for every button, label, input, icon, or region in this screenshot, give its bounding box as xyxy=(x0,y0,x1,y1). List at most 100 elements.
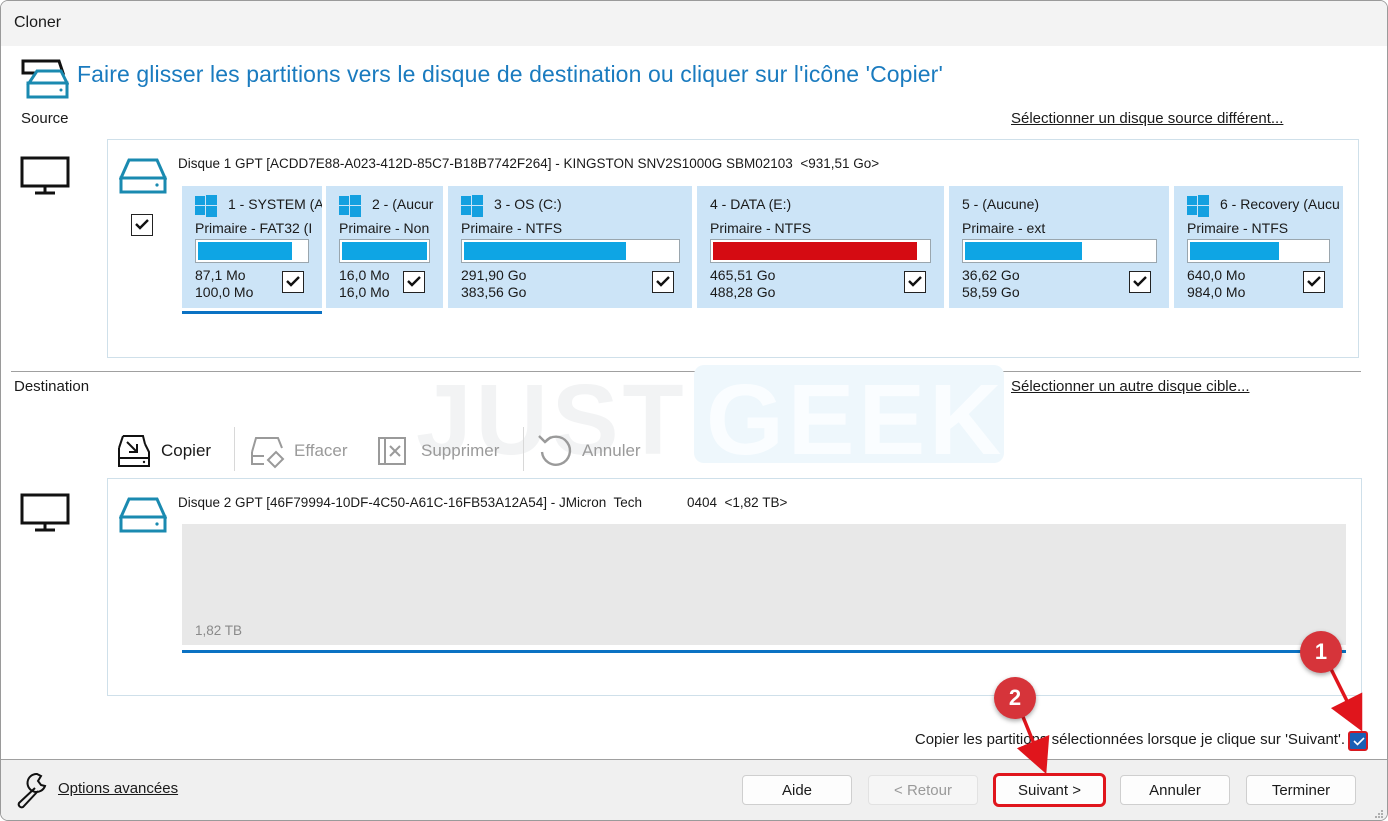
windows-logo-icon xyxy=(1187,195,1209,217)
partition-used-size: 87,1 Mo xyxy=(195,267,246,283)
partition-card[interactable]: 4 - DATA (E:) Primaire - NTFS 465,51 Go 488… xyxy=(697,186,944,308)
resize-grip-icon[interactable] xyxy=(1374,809,1384,819)
partition-card[interactable]: 3 - OS (C:) Primaire - NTFS 291,90 Go 383,5… xyxy=(448,186,692,308)
computer-monitor-icon xyxy=(20,156,70,195)
partition-type: Primaire - ext xyxy=(962,220,1046,236)
delete-button[interactable]: Supprimer xyxy=(375,429,499,473)
erase-button-label: Effacer xyxy=(294,441,348,460)
clone-disk-icon xyxy=(21,59,69,99)
unallocated-space-block[interactable]: 1,82 TB xyxy=(182,524,1346,645)
partition-card[interactable]: 6 - Recovery (Aucu Primaire - NTFS 640,0 M… xyxy=(1174,186,1343,308)
copy-button[interactable]: Copier xyxy=(115,429,211,473)
select-source-disk-link[interactable]: Sélectionner un disque source différent.… xyxy=(1011,110,1283,127)
partition-usage-bar xyxy=(461,239,680,263)
window-title: Cloner xyxy=(14,14,62,31)
partition-title: 4 - DATA (E:) xyxy=(710,196,792,212)
windows-logo-icon xyxy=(461,195,483,217)
justgeek-watermark: JUST GEEK xyxy=(416,363,1006,476)
partition-card[interactable]: 1 - SYSTEM (A Primaire - FAT32 (I 87,1 Mo 1… xyxy=(182,186,322,308)
annotation-marker-1: 1 xyxy=(1300,631,1342,673)
erase-icon xyxy=(251,437,285,469)
finish-button[interactable]: Terminer xyxy=(1246,775,1356,805)
destination-disk-label: Disque 2 GPT [46F79994-10DF-4C50-A61C-16… xyxy=(178,495,788,510)
title-bar: Cloner xyxy=(1,1,1387,46)
wrench-icon xyxy=(17,772,47,809)
source-disk-label: Disque 1 GPT [ACDD7E88-A023-412D-85C7-B1… xyxy=(178,156,880,171)
help-button[interactable]: Aide xyxy=(742,775,852,805)
partition-usage-fill xyxy=(464,242,626,260)
destination-selection-indicator xyxy=(182,650,1346,653)
windows-logo-icon xyxy=(339,195,361,217)
undo-button-label: Annuler xyxy=(582,441,641,460)
partition-total-size: 58,59 Go xyxy=(962,284,1020,300)
copy-on-next-checkbox[interactable] xyxy=(1348,731,1368,751)
erase-button[interactable]: Effacer xyxy=(248,429,348,473)
partition-usage-bar xyxy=(195,239,309,263)
partition-checkbox[interactable] xyxy=(403,271,425,293)
partition-type: Primaire - FAT32 (I xyxy=(195,220,313,236)
undo-icon xyxy=(538,435,572,466)
partition-title: 2 - (Aucur xyxy=(372,196,434,212)
watermark-geek-background xyxy=(694,365,1004,463)
partition-type: Primaire - NTFS xyxy=(1187,220,1289,236)
delete-button-label: Supprimer xyxy=(421,441,500,460)
copy-on-next-label: Copier les partitions sélectionnées lors… xyxy=(914,731,1345,748)
annotation-marker-2: 2 xyxy=(994,677,1036,719)
partition-title: 1 - SYSTEM (A xyxy=(228,196,322,212)
computer-monitor-icon xyxy=(20,493,70,532)
partition-checkbox[interactable] xyxy=(1303,271,1325,293)
partition-type: Primaire - NTFS xyxy=(710,220,812,236)
partition-card[interactable]: 2 - (Aucur Primaire - Non 16,0 Mo 16,0 Mo xyxy=(326,186,443,308)
partition-used-size: 291,90 Go xyxy=(461,267,527,283)
partition-total-size: 100,0 Mo xyxy=(195,284,254,300)
instruction-heading: Faire glisser les partitions vers le dis… xyxy=(77,61,943,87)
partition-used-size: 640,0 Mo xyxy=(1187,267,1246,283)
partition-total-size: 16,0 Mo xyxy=(339,284,390,300)
partition-usage-fill xyxy=(1190,242,1280,260)
undo-button[interactable]: Annuler xyxy=(536,429,641,473)
cancel-button[interactable]: Annuler xyxy=(1120,775,1230,805)
delete-icon xyxy=(378,437,406,465)
partition-total-size: 383,56 Go xyxy=(461,284,527,300)
select-target-disk-link[interactable]: Sélectionner un autre disque cible... xyxy=(1011,378,1249,395)
section-divider xyxy=(11,371,1361,372)
back-button[interactable]: < Retour xyxy=(868,775,978,805)
partition-usage-bar xyxy=(1187,239,1330,263)
partition-checkbox[interactable] xyxy=(652,271,674,293)
partition-usage-fill xyxy=(713,242,918,260)
partition-card[interactable]: 5 - (Aucune) Primaire - ext 36,62 Go 58,59 … xyxy=(949,186,1169,308)
destination-label: Destination xyxy=(14,378,90,395)
watermark-geek: GEEK xyxy=(706,364,1006,476)
partition-usage-fill xyxy=(342,242,427,260)
next-button[interactable]: Suivant > xyxy=(993,773,1106,807)
partition-total-size: 488,28 Go xyxy=(710,284,776,300)
copy-button-label: Copier xyxy=(161,441,212,460)
partition-usage-bar xyxy=(962,239,1157,263)
partition-title: 3 - OS (C:) xyxy=(494,196,562,212)
unallocated-size: 1,82 TB xyxy=(195,623,243,638)
destination-disk-icon xyxy=(119,497,167,533)
partition-used-size: 16,0 Mo xyxy=(339,267,390,283)
source-disk-icon xyxy=(119,158,167,194)
partition-usage-bar xyxy=(710,239,931,263)
selected-partition-indicator xyxy=(182,311,322,314)
copy-disk-icon xyxy=(118,435,150,467)
windows-logo-icon xyxy=(195,195,217,217)
partition-usage-fill xyxy=(965,242,1083,260)
advanced-options-link[interactable]: Options avancées xyxy=(58,780,178,797)
partition-checkbox[interactable] xyxy=(282,271,304,293)
toolbar-separator xyxy=(523,427,524,471)
dialog-footer: Options avancées Aide < Retour Suivant >… xyxy=(1,759,1387,820)
cloner-window: Cloner Faire glisser les partitions vers… xyxy=(0,0,1388,821)
partition-checkbox[interactable] xyxy=(904,271,926,293)
partition-title: 6 - Recovery (Aucu xyxy=(1220,196,1340,212)
partition-usage-fill xyxy=(198,242,292,260)
partition-type: Primaire - Non xyxy=(339,220,430,236)
partition-checkbox[interactable] xyxy=(1129,271,1151,293)
partition-usage-bar xyxy=(339,239,430,263)
toolbar-separator xyxy=(234,427,235,471)
partition-total-size: 984,0 Mo xyxy=(1187,284,1246,300)
source-disk-checkbox[interactable] xyxy=(131,214,153,236)
source-label: Source xyxy=(21,110,69,127)
partition-used-size: 36,62 Go xyxy=(962,267,1020,283)
